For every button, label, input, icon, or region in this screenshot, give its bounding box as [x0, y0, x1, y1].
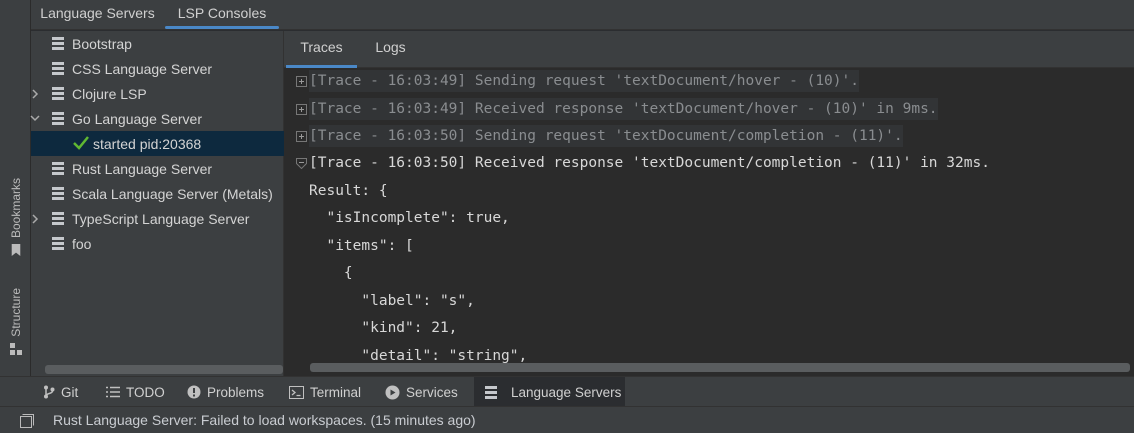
- terminal-icon: [289, 385, 304, 399]
- expand-fold-icon[interactable]: [296, 104, 307, 115]
- server-icon: [52, 212, 64, 225]
- tab-logs[interactable]: Logs: [364, 31, 417, 68]
- console-horizontal-scrollbar[interactable]: [310, 363, 1130, 372]
- tree-item-bootstrap[interactable]: Bootstrap: [31, 31, 284, 56]
- expand-fold-icon[interactable]: [296, 76, 307, 87]
- status-bar: Rust Language Server: Failed to load wor…: [0, 406, 1134, 433]
- left-tool-stripe: Bookmarks Structure: [0, 0, 31, 376]
- tab-label: Language Servers: [40, 5, 155, 21]
- problems-tool-button[interactable]: Problems: [187, 377, 264, 407]
- server-icon: [52, 162, 64, 175]
- bottom-tool-bar: Git TODO Problems Terminal Services Lang…: [0, 376, 1134, 407]
- toggle-tool-windows-icon[interactable]: [20, 414, 34, 428]
- tab-label: Logs: [375, 39, 406, 55]
- tree-item-label: TypeScript Language Server: [72, 210, 250, 227]
- problems-icon: [187, 385, 201, 399]
- git-tool-button[interactable]: Git: [43, 377, 78, 407]
- tree-item-scala-language-server[interactable]: Scala Language Server (Metals): [31, 181, 284, 206]
- server-icon: [52, 62, 64, 75]
- services-icon: [385, 385, 400, 399]
- tree-item-clojure-lsp[interactable]: Clojure LSP: [31, 81, 284, 106]
- structure-tool-tab[interactable]: Structure: [0, 288, 31, 355]
- json-line: "kind": 21,: [309, 320, 458, 336]
- tool-label: Services: [406, 384, 458, 400]
- git-branch-icon: [44, 385, 55, 399]
- tab-language-servers[interactable]: Language Servers: [31, 0, 164, 30]
- tab-lsp-consoles[interactable]: LSP Consoles: [165, 0, 279, 30]
- bookmarks-label: Bookmarks: [8, 178, 23, 239]
- top-tab-bar: Language Servers LSP Consoles: [31, 0, 1134, 30]
- tool-label: Problems: [207, 384, 265, 400]
- tree-item-label: Go Language Server: [72, 110, 202, 127]
- server-icon: [52, 112, 64, 125]
- structure-icon: [9, 342, 22, 355]
- tree-item-label: started pid:20368: [93, 135, 202, 152]
- tool-label: TODO: [126, 384, 165, 400]
- console-output[interactable]: [Trace - 16:03:49] Sending request 'text…: [284, 68, 1134, 376]
- tab-label: LSP Consoles: [177, 5, 267, 21]
- server-icon: [485, 385, 497, 399]
- tab-traces[interactable]: Traces: [286, 31, 357, 68]
- trace-line: [Trace - 16:03:49] Received response 'te…: [309, 98, 938, 120]
- tree-item-label: CSS Language Server: [72, 60, 213, 77]
- console-tab-bar: Traces Logs: [284, 31, 1134, 68]
- tree-item-go-language-server[interactable]: Go Language Server: [30, 106, 284, 131]
- tree-item-label: Clojure LSP: [72, 85, 147, 102]
- json-line: "isIncomplete": true,: [309, 210, 510, 226]
- chevron-right-icon[interactable]: [30, 89, 40, 99]
- tree-item-typescript-language-server[interactable]: TypeScript Language Server: [31, 206, 284, 231]
- tree-item-foo[interactable]: foo: [31, 231, 284, 256]
- trace-line: [Trace - 16:03:50] Sending request 'text…: [309, 125, 903, 147]
- json-line: Result: {: [309, 183, 388, 199]
- server-icon: [52, 37, 64, 50]
- tree-item-css-language-server[interactable]: CSS Language Server: [31, 56, 284, 81]
- structure-label: Structure: [8, 288, 23, 337]
- list-icon: [106, 386, 120, 398]
- json-line: {: [309, 265, 353, 281]
- tree-item-rust-language-server[interactable]: Rust Language Server: [31, 156, 284, 181]
- tree-item-go-started-process[interactable]: started pid:20368: [31, 131, 284, 156]
- lsp-console-panel: Traces Logs [Trace - 16:03:49] Sending r…: [284, 31, 1134, 376]
- language-servers-tool-button[interactable]: Language Servers: [474, 377, 625, 407]
- trace-line: [Trace - 16:03:50] Received response 'te…: [309, 155, 990, 171]
- server-icon: [52, 87, 64, 100]
- todo-tool-button[interactable]: TODO: [106, 377, 165, 407]
- tree-horizontal-scrollbar[interactable]: [45, 365, 283, 374]
- bookmark-icon: [11, 244, 20, 257]
- tool-label: Terminal: [310, 384, 362, 400]
- status-message[interactable]: Rust Language Server: Failed to load wor…: [53, 412, 476, 428]
- trace-line: [Trace - 16:03:49] Sending request 'text…: [309, 70, 859, 92]
- chevron-down-icon[interactable]: [30, 113, 40, 123]
- tool-label: Language Servers: [511, 384, 622, 400]
- json-line: "label": "s",: [309, 293, 475, 309]
- tool-label: Git: [61, 384, 79, 400]
- servers-tree: Bootstrap CSS Language Server Clojure LS…: [30, 31, 284, 376]
- chevron-right-icon[interactable]: [30, 214, 40, 224]
- tab-label: Traces: [300, 39, 343, 55]
- server-icon: [52, 237, 64, 250]
- tree-item-label: foo: [72, 235, 92, 252]
- services-tool-button[interactable]: Services: [385, 377, 458, 407]
- bookmarks-tool-tab[interactable]: Bookmarks: [0, 178, 31, 257]
- tree-item-label: Rust Language Server: [72, 160, 213, 177]
- collapse-fold-icon[interactable]: [296, 158, 307, 169]
- expand-fold-icon[interactable]: [296, 131, 307, 142]
- server-icon: [52, 187, 64, 200]
- tree-item-label: Scala Language Server (Metals): [72, 185, 273, 202]
- tree-item-label: Bootstrap: [72, 35, 132, 52]
- terminal-tool-button[interactable]: Terminal: [289, 377, 361, 407]
- checkmark-icon: [73, 136, 89, 150]
- json-line: "items": [: [309, 238, 414, 254]
